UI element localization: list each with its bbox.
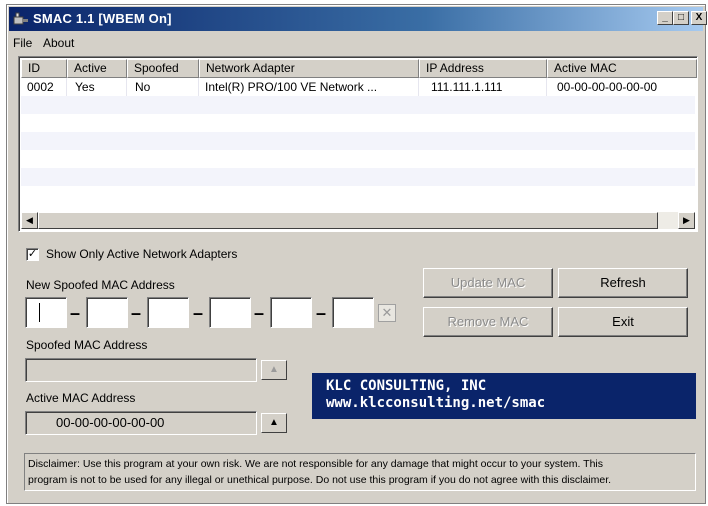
cell-network-adapter: Intel(R) PRO/100 VE Network ... — [199, 78, 419, 96]
clear-mac-button[interactable]: ✕ — [378, 304, 396, 322]
scroll-left-button[interactable]: ◀ — [21, 212, 38, 229]
spoofed-mac-label: Spoofed MAC Address — [26, 338, 148, 352]
empty-row — [21, 132, 695, 150]
active-mac-field: 00-00-00-00-00-00 — [25, 411, 257, 435]
empty-row — [21, 96, 695, 114]
adapters-list-header: ID Active Spoofed Network Adapter IP Add… — [21, 59, 697, 78]
exit-button[interactable]: Exit — [558, 307, 688, 337]
adapters-list-rows: 0002 Yes No Intel(R) PRO/100 VE Network … — [21, 78, 695, 206]
update-mac-button[interactable]: Update MAC — [423, 268, 553, 298]
remove-mac-button[interactable]: Remove MAC — [423, 307, 553, 337]
minimize-button[interactable]: _ — [657, 11, 673, 25]
column-active[interactable]: Active — [67, 59, 127, 78]
maximize-button[interactable]: □ — [673, 11, 689, 25]
text-caret — [39, 303, 40, 322]
klc-consulting-banner[interactable]: KLC CONSULTING, INC www.klcconsulting.ne… — [312, 373, 696, 419]
new-spoofed-mac-label: New Spoofed MAC Address — [26, 278, 175, 292]
menu-file[interactable]: File — [13, 36, 32, 50]
menu-about[interactable]: About — [43, 36, 74, 50]
column-network-adapter[interactable]: Network Adapter — [199, 59, 419, 78]
mac-octet-1-input[interactable] — [25, 297, 67, 328]
mac-separator: – — [131, 303, 142, 323]
banner-company: KLC CONSULTING, INC — [326, 378, 487, 394]
mac-octet-2-input[interactable] — [86, 297, 128, 328]
column-active-mac[interactable]: Active MAC — [547, 59, 697, 78]
cell-active-mac: 00-00-00-00-00-00 — [557, 80, 658, 94]
adapters-list[interactable]: ID Active Spoofed Network Adapter IP Add… — [18, 56, 698, 232]
mac-separator: – — [254, 303, 265, 323]
empty-row — [21, 168, 695, 186]
banner-url: www.klcconsulting.net/smac — [326, 395, 546, 411]
active-mac-label: Active MAC Address — [26, 391, 136, 405]
show-only-active-label: Show Only Active Network Adapters — [46, 247, 238, 261]
empty-row — [21, 114, 695, 132]
mac-separator: – — [70, 303, 81, 323]
show-only-active-checkbox[interactable]: ✓ — [26, 248, 39, 261]
scroll-thumb[interactable] — [38, 212, 658, 229]
table-row[interactable]: 0002 Yes No Intel(R) PRO/100 VE Network … — [21, 78, 695, 96]
menu-bar: File About — [9, 33, 703, 53]
active-mac-up-button[interactable]: ▲ — [261, 413, 287, 433]
mac-octet-6-input[interactable] — [332, 297, 374, 328]
spoofed-mac-field — [25, 358, 257, 382]
mac-octet-5-input[interactable] — [270, 297, 312, 328]
disclaimer-line-1: Disclaimer: Use this program at your own… — [28, 458, 604, 470]
mac-separator: – — [193, 303, 204, 323]
cell-active: Yes — [67, 78, 127, 96]
mac-octet-4-input[interactable] — [209, 297, 251, 328]
title-bar[interactable]: SMAC 1.1 [WBEM On] _ □ X — [9, 7, 707, 31]
horizontal-scrollbar[interactable]: ◀ ▶ — [21, 212, 695, 229]
empty-row — [21, 186, 695, 204]
disclaimer-line-2: program is not to be used for any illega… — [28, 474, 612, 486]
window-title: SMAC 1.1 [WBEM On] — [33, 11, 172, 26]
mac-octet-3-input[interactable] — [147, 297, 189, 328]
cell-id: 0002 — [21, 78, 67, 96]
refresh-button[interactable]: Refresh — [558, 268, 688, 298]
empty-row — [21, 150, 695, 168]
cell-ip-address: 111.111.1.111 — [419, 78, 547, 96]
column-id[interactable]: ID — [21, 59, 67, 78]
column-spoofed[interactable]: Spoofed — [127, 59, 199, 78]
close-button[interactable]: X — [691, 11, 707, 25]
spoofed-mac-up-button[interactable]: ▲ — [261, 360, 287, 380]
disclaimer-box: Disclaimer: Use this program at your own… — [24, 453, 696, 491]
scroll-right-button[interactable]: ▶ — [678, 212, 695, 229]
column-ip-address[interactable]: IP Address — [419, 59, 547, 78]
cell-spoofed: No — [127, 78, 199, 96]
app-icon — [13, 12, 28, 25]
mac-separator: – — [316, 303, 327, 323]
